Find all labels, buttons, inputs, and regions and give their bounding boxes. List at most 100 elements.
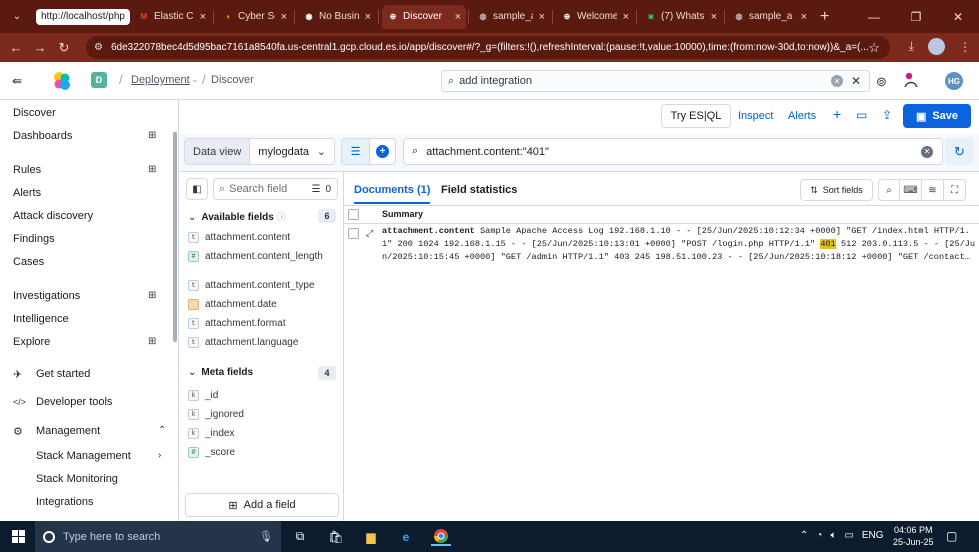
row-checkbox[interactable] <box>348 228 359 239</box>
notification-icon[interactable]: ▢ <box>946 529 957 543</box>
refresh-button[interactable]: ↻ <box>945 138 974 165</box>
field-list-item[interactable]: t attachment.content <box>188 232 315 243</box>
chevron-down-icon[interactable]: ⌄ <box>191 74 199 85</box>
field-list-item[interactable]: k _id <box>188 390 315 401</box>
new-tab-button[interactable]: + <box>820 8 829 26</box>
clear-query-icon[interactable]: ✕ <box>921 145 933 158</box>
close-icon[interactable]: ✕ <box>851 74 861 88</box>
grid-icon[interactable]: ⊞ <box>148 164 156 175</box>
browser-tab[interactable]: ◉ No Busin × <box>298 5 376 29</box>
close-tab-icon[interactable]: × <box>711 11 717 23</box>
tab-documents[interactable]: Documents (1) <box>354 184 431 204</box>
grid-icon[interactable]: ⊞ <box>148 130 156 141</box>
global-search-input[interactable]: ⌕ add integration ✕ ✕ <box>441 70 870 92</box>
save-button[interactable]: ▣ Save <box>903 104 971 128</box>
browser-tab[interactable]: ◍ sample_a × <box>728 5 812 29</box>
search-icon[interactable]: ⌕ <box>878 179 900 201</box>
clear-search-icon[interactable]: ✕ <box>830 75 843 87</box>
close-tab-icon[interactable]: × <box>281 11 287 23</box>
browser-tab[interactable]: ⊕ Discover × <box>382 4 466 29</box>
alerts-button[interactable]: Alerts <box>788 110 816 122</box>
field-list-item[interactable]: t attachment.format <box>188 318 315 329</box>
nav-item-management[interactable]: Management <box>36 425 100 437</box>
close-tab-icon[interactable]: × <box>623 11 629 23</box>
browser-tab[interactable]: M Elastic Cl × <box>133 5 211 29</box>
nav-item-dashboards[interactable]: Dashboards <box>13 130 72 142</box>
nav-item-integrations[interactable]: Integrations <box>36 496 93 508</box>
profile-avatar[interactable] <box>928 38 945 55</box>
meta-fields-toggle[interactable]: ⌄ Meta fields <box>188 367 253 378</box>
data-view-picker[interactable]: Data view mylogdata ⌄ <box>184 138 335 165</box>
nav-item-developer-tools[interactable]: Developer tools <box>36 396 112 408</box>
sort-fields-button[interactable]: ⇅ Sort fields <box>800 179 873 201</box>
microphone-icon[interactable]: 🎙︎ <box>259 530 273 543</box>
edge-icon[interactable]: e <box>396 527 416 546</box>
restore-button[interactable]: ❐ <box>895 10 937 24</box>
chevron-up-icon[interactable]: ⌃ <box>158 425 166 436</box>
space-avatar[interactable]: D <box>91 72 107 88</box>
close-tab-icon[interactable]: × <box>365 11 371 23</box>
back-arrow-icon[interactable]: ← <box>4 40 28 55</box>
field-list-item[interactable]: attachment.date <box>188 299 315 310</box>
try-esql-button[interactable]: Try ES|QL <box>661 104 731 128</box>
nav-item-findings[interactable]: Findings <box>13 233 55 245</box>
nav-scrollbar[interactable] <box>173 132 177 342</box>
add-field-button[interactable]: ⊞ Add a field <box>185 493 339 517</box>
summary-column-header[interactable]: Summary <box>382 209 423 219</box>
field-list-item[interactable]: t attachment.language <box>188 337 315 348</box>
nav-item-stack-management[interactable]: Stack Management <box>36 450 131 462</box>
browser-tab[interactable]: ◖ Cyber Se × <box>217 5 292 29</box>
clock[interactable]: 04:06 PM 25-Jun-25 <box>893 524 934 548</box>
download-icon[interactable]: ⤓ <box>909 39 914 54</box>
tab-field-statistics[interactable]: Field statistics <box>441 184 517 196</box>
breadcrumb-deployment[interactable]: Deployment <box>131 74 190 86</box>
nav-item-discover[interactable]: Discover <box>13 107 56 119</box>
nav-item-attack-discovery[interactable]: Attack discovery <box>13 210 93 222</box>
new-search-icon[interactable]: + <box>833 106 841 122</box>
grid-icon[interactable]: ⊞ <box>148 336 156 347</box>
field-list-item[interactable]: # _score <box>188 447 315 458</box>
field-search-input[interactable]: ⌕ Search field ☰ 0 <box>213 178 338 200</box>
forward-arrow-icon[interactable]: → <box>28 40 52 55</box>
nav-item-alerts[interactable]: Alerts <box>13 187 41 199</box>
tab-search-icon[interactable]: ⌄ <box>4 4 30 30</box>
browser-tab[interactable]: ◍ sample_a × <box>472 5 550 29</box>
close-tab-icon[interactable]: × <box>200 11 206 23</box>
tray-chevron-icon[interactable]: ⌃ <box>800 530 808 541</box>
network-icon[interactable]: ◔ <box>816 530 822 541</box>
select-all-checkbox[interactable] <box>348 209 359 220</box>
available-fields-toggle[interactable]: ⌄ Available fields ⓘ <box>188 210 286 223</box>
task-view-icon[interactable]: ⧉ <box>290 527 310 546</box>
windows-start-icon[interactable] <box>12 530 25 543</box>
language-indicator[interactable]: ENG <box>862 530 884 541</box>
inspect-button[interactable]: Inspect <box>738 110 773 122</box>
user-avatar[interactable]: HG <box>945 72 963 90</box>
nav-item-stack-monitoring[interactable]: Stack Monitoring <box>36 473 118 485</box>
grid-icon[interactable]: ⊞ <box>148 290 156 301</box>
table-row[interactable]: attachment.content Sample Apache Access … <box>382 225 976 264</box>
nav-item-intelligence[interactable]: Intelligence <box>13 313 69 325</box>
nav-item-get-started[interactable]: Get started <box>36 368 90 380</box>
chevron-right-icon[interactable]: › <box>158 450 161 461</box>
store-icon[interactable]: 🛍︎ <box>326 527 346 546</box>
elastic-logo-icon[interactable] <box>52 71 72 91</box>
filter-icon[interactable]: ☰ <box>311 184 320 195</box>
field-list-item[interactable]: k _index <box>188 428 315 439</box>
browser-tab[interactable]: ◙ (7) Whats × <box>640 5 722 29</box>
taskbar-search[interactable]: Type here to search 🎙︎ <box>35 521 281 552</box>
close-tab-icon[interactable]: × <box>539 11 545 23</box>
field-list-item[interactable]: t attachment.content_type <box>188 280 315 291</box>
nav-item-cases[interactable]: Cases <box>13 256 44 268</box>
url-bar[interactable]: ⚙ 6de322078bec4d5d95bac7161a8540fa.us-ce… <box>86 36 890 59</box>
nav-item-investigations[interactable]: Investigations <box>13 290 80 302</box>
close-window-button[interactable]: ✕ <box>937 10 979 24</box>
collapse-nav-icon[interactable]: ⇚ <box>12 74 22 88</box>
field-list-item[interactable]: k _ignored <box>188 409 315 420</box>
help-icon[interactable]: ⊚ <box>876 74 887 90</box>
browser-tab[interactable]: http://localhost/phpm <box>36 8 130 25</box>
sidebar-toggle-icon[interactable]: ◧ <box>186 178 208 200</box>
filter-menu-button[interactable]: ☰ <box>341 138 369 165</box>
more-menu-icon[interactable]: ⋮ <box>959 40 971 54</box>
nav-item-rules[interactable]: Rules <box>13 164 41 176</box>
keyboard-icon[interactable]: ⌨ <box>900 179 922 201</box>
